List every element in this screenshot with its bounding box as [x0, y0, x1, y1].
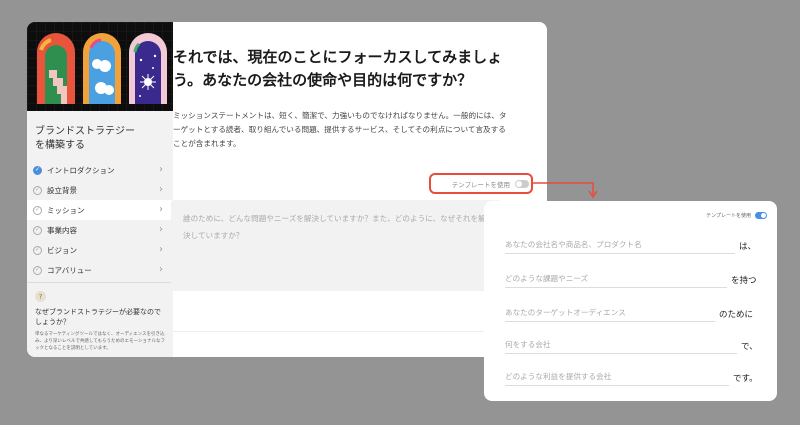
template-row-company: あなたの会社名や商品名、プロダクト名 は、	[505, 239, 756, 254]
template-suffix: のために	[719, 310, 754, 320]
what-input[interactable]: 何をする会社	[505, 339, 737, 354]
template-row-benefit: どのような利益を提供する会社 です。	[505, 371, 758, 386]
panel-template-toggle-row[interactable]: テンプレートを使用	[706, 212, 767, 219]
template-suffix: を持つ	[731, 276, 757, 286]
template-suffix: で、	[741, 342, 758, 352]
template-row-what: 何をする会社 で、	[505, 339, 758, 354]
panel-template-label: テンプレートを使用	[706, 213, 751, 219]
template-row-audience: あなたのターゲットオーディエンス のために	[505, 307, 753, 322]
template-suffix: は、	[739, 242, 757, 252]
template-row-needs: どのような課題やニーズ を持つ	[505, 273, 757, 288]
template-panel: テンプレートを使用 あなたの会社名や商品名、プロダクト名 は、 どのような課題や…	[484, 201, 777, 401]
audience-input[interactable]: あなたのターゲットオーディエンス	[505, 307, 715, 322]
template-suffix: です。	[733, 374, 758, 384]
needs-input[interactable]: どのような課題やニーズ	[505, 273, 727, 288]
benefit-input[interactable]: どのような利益を提供する会社	[505, 371, 729, 386]
company-name-input[interactable]: あなたの会社名や商品名、プロダクト名	[505, 239, 735, 254]
panel-template-toggle[interactable]	[755, 212, 767, 219]
